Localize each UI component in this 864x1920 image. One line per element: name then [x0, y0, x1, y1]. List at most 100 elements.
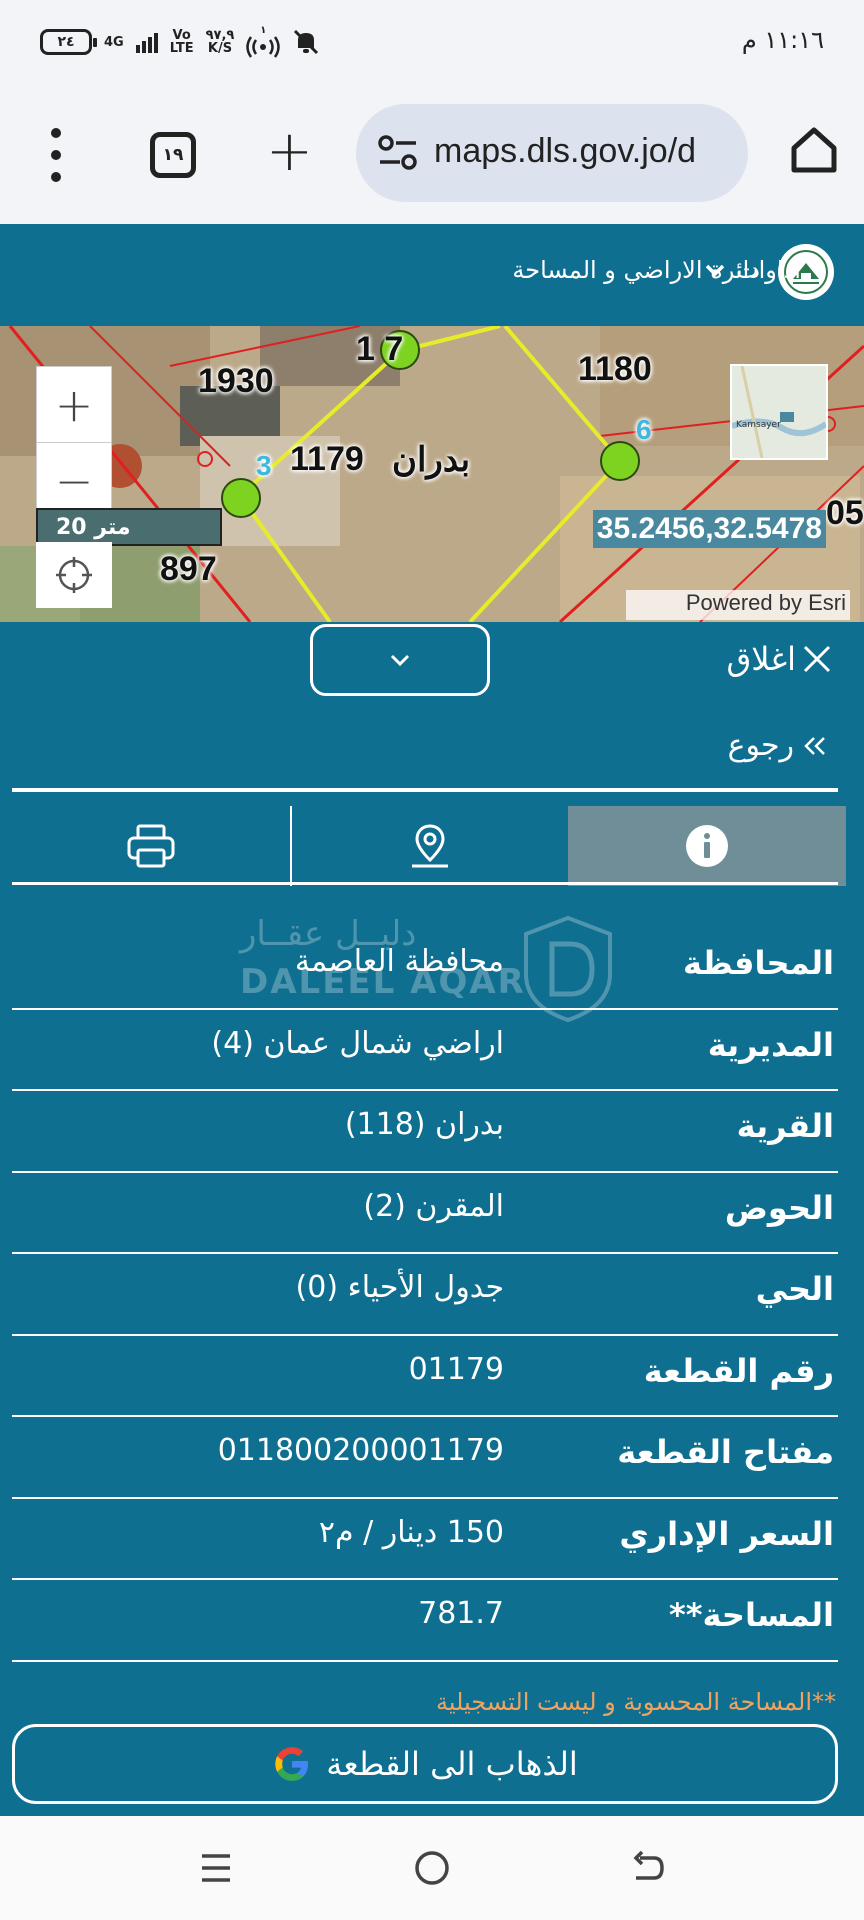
zoom-in-button[interactable]: +	[37, 367, 111, 443]
network-indicator: 4G	[104, 36, 124, 49]
system-nav-bar	[0, 1816, 864, 1920]
parcel-label: 05	[826, 494, 864, 532]
row-label: المساحة**	[669, 1596, 834, 1634]
map-view[interactable]: 1930 1180 1179 بدران 897 1 7 05 3 6 + − …	[0, 326, 864, 622]
chevron-down-icon	[705, 264, 725, 277]
row-label: المديرية	[707, 1025, 834, 1064]
clock: ١١:١٦ م	[741, 26, 824, 54]
status-bar: ٢٤ 4G Vo LTE ٩٧,٩ K/S ١ ١١:١٦ م	[0, 0, 864, 88]
printer-icon	[127, 824, 175, 868]
detail-row-governorate: المحافظة محافظة العاصمة	[12, 928, 838, 1010]
row-value: بدران (118)	[344, 1107, 504, 1142]
scale-bar: 20 متر	[36, 508, 222, 546]
overview-map[interactable]: Kamsayer	[730, 364, 828, 460]
volte-indicator: Vo LTE	[170, 29, 194, 55]
row-label: القرية	[736, 1107, 834, 1145]
home-icon[interactable]	[788, 124, 840, 176]
esri-attribution[interactable]: Powered by Esri	[626, 590, 850, 620]
tab-info[interactable]	[568, 806, 846, 886]
area-footnote: **المساحة المحسوبة و ليست التسجيلية	[435, 1688, 836, 1716]
status-icons: ٢٤ 4G Vo LTE ٩٧,٩ K/S ١	[40, 26, 320, 58]
row-value: المقرن (2)	[363, 1188, 504, 1224]
row-value: محافظة العاصمة	[294, 944, 504, 979]
detail-row-directorate: المديرية اراضي شمال عمان (4)	[12, 1010, 838, 1091]
recent-apps-icon[interactable]	[196, 1848, 236, 1888]
battery-icon: ٢٤	[40, 29, 97, 55]
close-icon	[803, 645, 831, 673]
parcel-label: 1 7	[356, 330, 404, 368]
detail-row-admin-price: السعر الإداري 150 دينار / م٢	[12, 1499, 838, 1580]
address-bar[interactable]: maps.dls.gov.jo/d	[356, 104, 748, 202]
overview-map-image	[731, 365, 828, 459]
row-value: 781.7	[418, 1596, 504, 1631]
hotspot-count: ١	[260, 25, 267, 36]
collapse-map-button[interactable]	[310, 624, 490, 696]
browser-menu-icon[interactable]	[46, 128, 66, 182]
detail-row-area: المساحة** 781.7	[12, 1580, 838, 1662]
row-label: رقم القطعة	[643, 1351, 834, 1390]
chevron-down-icon	[390, 654, 410, 667]
row-value: 01179	[408, 1351, 504, 1387]
detail-row-neighborhood: الحي جدول الأحياء (0)	[12, 1254, 838, 1336]
tab-location[interactable]	[292, 806, 568, 886]
speed-unit: K/S	[207, 41, 233, 56]
row-value: 011800200001179	[217, 1433, 504, 1468]
village-label: بدران	[392, 441, 471, 479]
tools-label: اداوات	[736, 256, 801, 284]
locate-button[interactable]	[36, 542, 112, 608]
row-value: اراضي شمال عمان (4)	[211, 1025, 504, 1061]
back-arrow-icon[interactable]	[628, 1848, 668, 1888]
row-value: جدول الأحياء (0)	[295, 1270, 504, 1305]
row-label: الحوض	[724, 1188, 834, 1227]
tools-menu[interactable]: اداوات	[704, 256, 801, 284]
tabs-underline	[12, 882, 838, 885]
detail-row-parcel-number: رقم القطعة 01179	[12, 1336, 838, 1417]
overview-map-label: Kamsayer	[736, 420, 781, 430]
home-circle-icon[interactable]	[412, 1848, 452, 1888]
detail-row-basin: الحوض المقرن (2)	[12, 1173, 838, 1254]
row-label: المحافظة	[682, 944, 834, 982]
double-chevron-icon	[804, 736, 825, 755]
tab-count: ١٩	[162, 145, 184, 165]
parcel-label: 1180	[578, 350, 652, 388]
site-settings-icon[interactable]	[378, 134, 418, 172]
battery-level: ٢٤	[57, 34, 75, 50]
parcel-label: 897	[160, 550, 217, 588]
row-label: السعر الإداري	[619, 1514, 834, 1553]
tab-switcher-button[interactable]: ١٩	[150, 132, 196, 178]
close-label: اغلاق	[726, 640, 796, 678]
google-g-icon	[275, 1747, 309, 1781]
browser-toolbar: ١٩ + maps.dls.gov.jo/d	[0, 88, 864, 224]
go-to-parcel-label: الذهاب الى القطعة	[326, 1745, 578, 1783]
network-type: 4G	[104, 34, 124, 50]
coordinates-readout: 35.2456,32.5478	[592, 510, 826, 548]
hotspot-indicator: ١	[246, 25, 281, 58]
row-label: الحي	[755, 1270, 834, 1308]
crosshair-icon	[56, 557, 92, 593]
tab-print[interactable]	[12, 806, 292, 886]
go-to-parcel-button[interactable]: الذهاب الى القطعة	[12, 1724, 838, 1804]
volte-bottom: LTE	[169, 41, 194, 56]
mute-bell-icon	[294, 29, 319, 55]
back-label: رجوع	[727, 728, 794, 763]
parcel-info-panel: رجوع دليــل عقــار DALEEL AQAR المحافظة …	[0, 698, 864, 1816]
row-label: مفتاح القطعة	[617, 1433, 834, 1471]
map-pin-icon	[412, 824, 448, 868]
parcel-label: 1179	[290, 440, 364, 478]
panel-tabs	[12, 806, 848, 886]
new-tab-icon[interactable]: +	[266, 124, 313, 180]
panel-header: اغلاق	[0, 622, 864, 698]
close-button[interactable]: اغلاق	[726, 640, 832, 678]
signal-icon	[135, 31, 158, 53]
detail-row-village: القرية بدران (118)	[12, 1091, 838, 1173]
hotspot-icon	[246, 36, 281, 58]
info-icon	[686, 825, 728, 867]
vertex-number: 6	[636, 414, 652, 445]
divider	[12, 788, 838, 792]
parcel-details: المحافظة محافظة العاصمة المديرية اراضي ش…	[12, 928, 838, 1662]
back-button[interactable]: رجوع	[728, 728, 828, 763]
parcel-label: 1930	[198, 362, 274, 400]
url-text: maps.dls.gov.jo/d	[434, 132, 697, 170]
detail-row-parcel-key: مفتاح القطعة 011800200001179	[12, 1417, 838, 1499]
vertex-number: 3	[256, 450, 272, 481]
